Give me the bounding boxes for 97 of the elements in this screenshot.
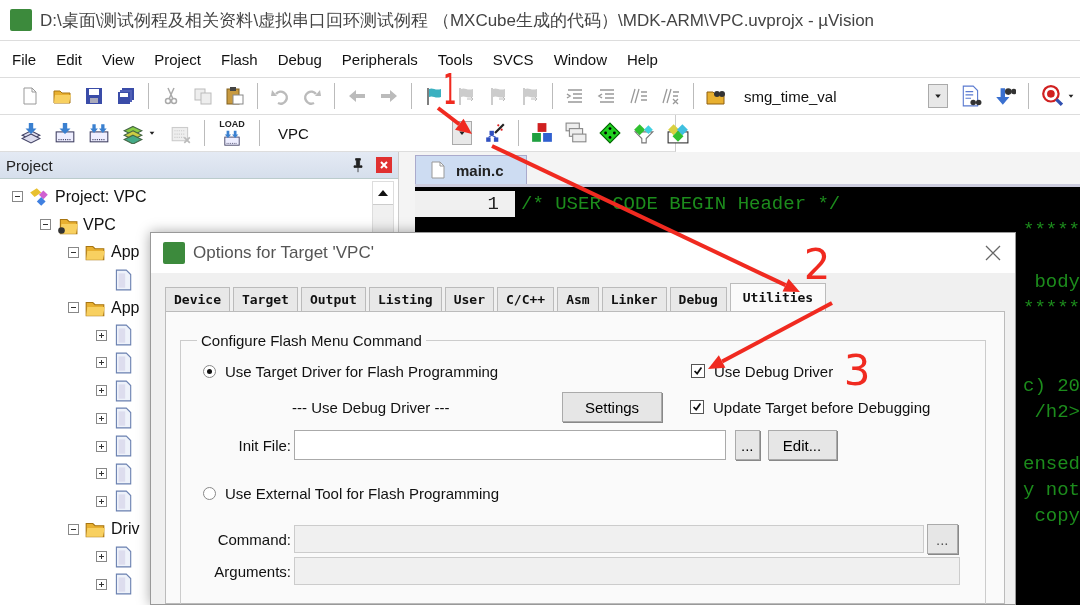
field-label: Command: (216, 530, 292, 548)
menu-item[interactable]: Peripherals (331, 50, 428, 68)
collapse-toggle-icon[interactable] (40, 219, 51, 231)
menu-item[interactable]: Debug (267, 50, 332, 68)
dialog-tab[interactable]: Listing (368, 287, 442, 311)
menu-item[interactable]: File (2, 50, 47, 68)
load-button[interactable]: LOAD (217, 119, 247, 147)
field-label: Init File: (237, 436, 292, 454)
pin-icon[interactable] (350, 157, 366, 173)
expand-toggle-icon[interactable] (96, 329, 107, 341)
expand-toggle-icon[interactable] (96, 412, 107, 424)
annotation-arrow (436, 106, 472, 134)
radio-label: Use External Tool for Flash Programming (225, 484, 499, 502)
radio-button[interactable] (203, 364, 216, 378)
checkbox-label: Update Target before Debugging (713, 398, 931, 416)
download-arrows-icon (223, 129, 241, 147)
tree-item[interactable]: Driv (111, 520, 140, 539)
dice-box-icon[interactable] (667, 122, 689, 144)
code-line: copy (1034, 505, 1080, 527)
menu-item[interactable]: View (92, 50, 145, 68)
radio-button[interactable] (203, 486, 216, 500)
expand-toggle-icon[interactable] (96, 495, 107, 507)
flag-icon[interactable] (424, 86, 444, 106)
window-title: D:\桌面\测试例程及相关资料\虚拟串口回环测试例程 （MXCube生成的代码）\MDK-ARM\VPC.uvprojx - µVision (40, 9, 875, 32)
colored-blocks-icon[interactable] (531, 122, 553, 144)
field-label: Arguments: (213, 562, 292, 580)
magnifier-icon[interactable] (1041, 85, 1063, 107)
expand-toggle-icon[interactable] (96, 440, 107, 452)
tree-item[interactable]: App (111, 243, 140, 262)
up-arrow-icon (378, 190, 388, 196)
panel-title: Project (6, 156, 54, 174)
menu-item[interactable]: Edit (46, 50, 93, 68)
dialog-tab[interactable]: Linker (601, 287, 667, 311)
menu-item[interactable]: SVCS (482, 50, 544, 68)
document-icon (428, 160, 448, 180)
tree-item[interactable]: VPC (83, 215, 116, 234)
dialog-tab[interactable]: Device (165, 287, 230, 311)
funnel-icon[interactable] (633, 122, 655, 144)
code-line: y not (1023, 479, 1080, 501)
dialog-tab[interactable]: Debug (669, 287, 727, 311)
code-line: ***** (1023, 219, 1080, 241)
expand-toggle-icon[interactable] (96, 468, 107, 480)
stacked-layers-arrow-icon[interactable] (20, 122, 42, 144)
code-line: body (1034, 271, 1080, 293)
collapse-toggle-icon[interactable] (12, 191, 23, 203)
board-double-arrow-icon[interactable] (88, 122, 110, 144)
app-logo-icon (163, 242, 185, 264)
crossed-slashed-lines-icon[interactable] (661, 86, 681, 106)
dialog-tab[interactable]: Target (232, 287, 298, 311)
tree-item[interactable]: Project: VPC (55, 187, 147, 206)
clipboard-icon[interactable] (225, 86, 245, 106)
dialog-tab[interactable]: Utilities (729, 283, 827, 311)
dialog-tab[interactable]: User (444, 287, 494, 311)
close-icon[interactable] (985, 245, 1001, 261)
menu-item[interactable]: Flash (210, 50, 268, 68)
radio-label: Use Target Driver for Flash Programming (225, 362, 499, 380)
stacked-windows-icon[interactable] (565, 122, 587, 144)
menu-item[interactable]: Project (144, 50, 211, 68)
driver-note: --- Use Debug Driver --- (292, 398, 451, 416)
dialog-tab[interactable]: Asm (557, 287, 599, 311)
settings-button[interactable]: Settings (562, 392, 662, 422)
collapse-toggle-icon[interactable] (68, 523, 79, 535)
expand-toggle-icon[interactable] (96, 385, 107, 397)
code-line: ***** (1023, 297, 1080, 319)
expand-toggle-icon[interactable] (96, 357, 107, 369)
expand-toggle-icon[interactable] (96, 578, 107, 590)
app-logo-icon (10, 9, 32, 31)
code-line: /h2> (1034, 401, 1080, 423)
browse-button[interactable]: ... (735, 430, 760, 460)
menu-item[interactable]: Help (617, 50, 668, 68)
scroll-up-button[interactable] (373, 182, 393, 205)
slashed-lines-icon[interactable] (629, 86, 649, 106)
checkbox-label: Use Debug Driver (714, 362, 834, 380)
input-field[interactable] (294, 430, 726, 460)
dialog-tab[interactable]: Output (300, 287, 366, 311)
checkbox[interactable] (691, 364, 705, 378)
edit-button[interactable]: Edit... (767, 430, 837, 460)
tree-item[interactable]: App (111, 298, 140, 317)
board-arrow-icon[interactable] (54, 122, 76, 144)
floppy-disks-icon[interactable] (116, 86, 136, 106)
annotation-number: 3 (843, 346, 871, 395)
collapse-toggle-icon[interactable] (68, 246, 79, 258)
code-line: c) 20 (1023, 375, 1080, 397)
code-line: ensed (1023, 453, 1080, 475)
checkbox[interactable] (690, 400, 704, 414)
editor-tab[interactable]: main.c (415, 155, 527, 184)
dotted-diamond-icon[interactable] (599, 122, 621, 144)
collapse-toggle-icon[interactable] (68, 302, 79, 314)
line-number: 1 (487, 193, 499, 215)
group-title: Configure Flash Menu Command (200, 332, 423, 349)
menu-item[interactable]: Window (543, 50, 617, 68)
project-gems-icon (28, 185, 50, 208)
wand-tree-icon[interactable] (484, 122, 506, 144)
arrow-binoculars-icon[interactable] (994, 85, 1016, 107)
expand-toggle-icon[interactable] (96, 551, 107, 563)
dialog-tab[interactable]: C/C++ (497, 287, 555, 311)
document-binoculars-icon[interactable] (960, 85, 982, 107)
